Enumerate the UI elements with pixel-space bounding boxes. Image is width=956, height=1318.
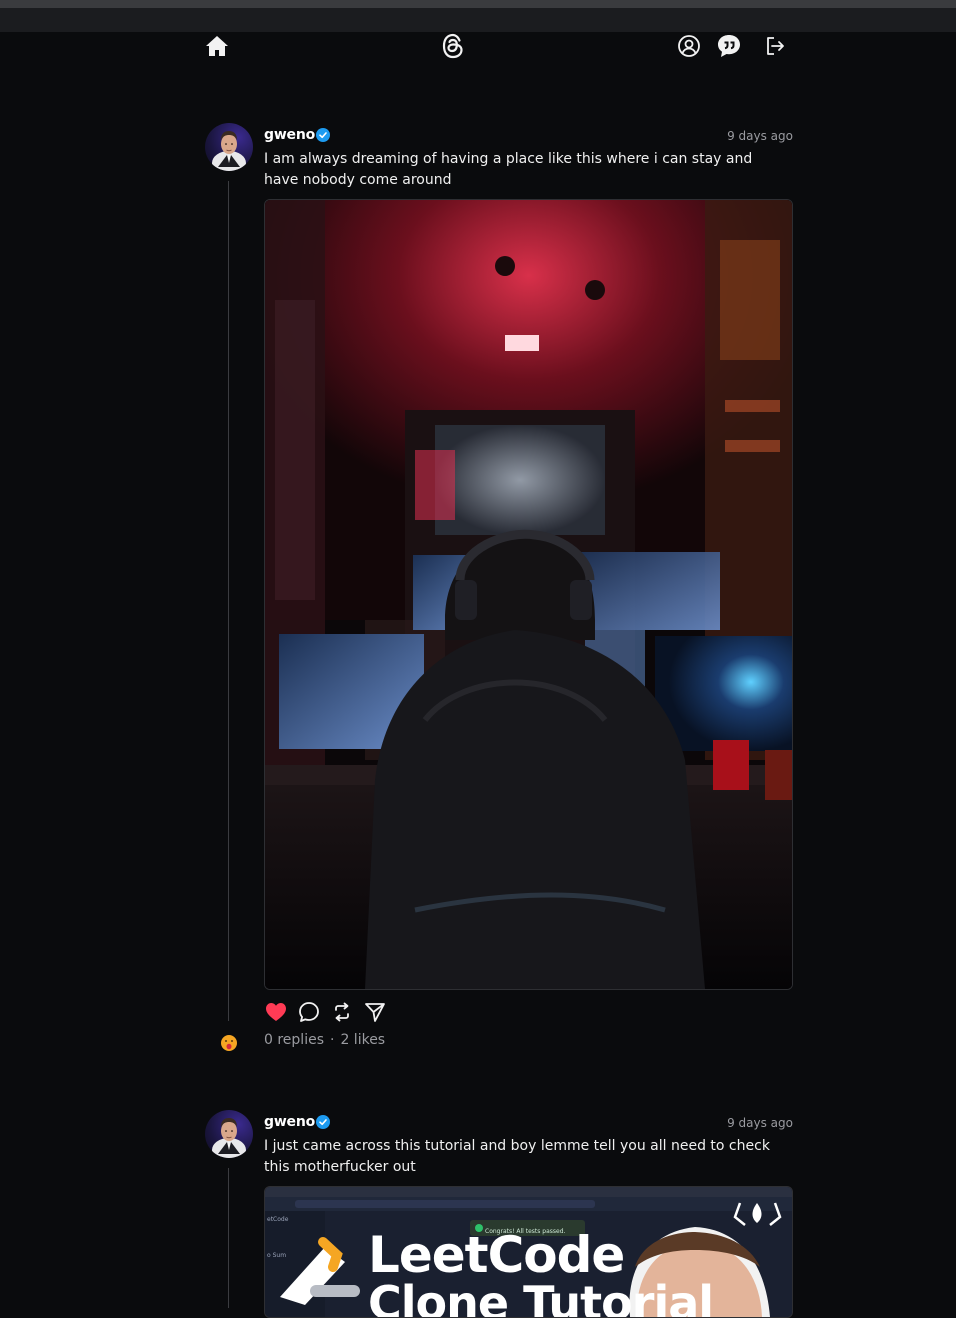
avatar[interactable]	[205, 123, 253, 171]
post-text: I just came across this tutorial and boy…	[264, 1138, 770, 1175]
post-card: gweno 9 days ago I am always dreaming of…	[205, 123, 795, 1063]
avatar-image	[212, 131, 246, 171]
thumbnail-subtitle: Clone Tutorial	[368, 1276, 714, 1318]
avatar-image	[212, 1118, 246, 1158]
thread-line	[228, 1168, 229, 1308]
reply-button[interactable]	[297, 1000, 321, 1024]
threads-logo-icon	[442, 33, 463, 59]
likes-count[interactable]: 2 likes	[340, 1032, 385, 1048]
repost-button[interactable]	[330, 1000, 354, 1024]
top-nav	[0, 30, 956, 60]
thread-line	[228, 181, 229, 1021]
post-image[interactable]	[264, 199, 793, 990]
avatar[interactable]	[205, 1110, 253, 1158]
post-image[interactable]: Congrats! All tests passed. etCode o Sum…	[264, 1186, 793, 1318]
post-actions	[264, 1000, 387, 1024]
post-timestamp: 9 days ago	[727, 1116, 793, 1130]
post-stats: 0 replies · 2 likes	[264, 1032, 385, 1048]
thumbnail-side-label: etCode	[267, 1216, 289, 1223]
separator-dot: ·	[330, 1032, 335, 1048]
post-timestamp: 9 days ago	[727, 129, 793, 143]
threads-logo-button[interactable]	[439, 32, 467, 60]
home-button[interactable]	[203, 32, 231, 60]
logout-button[interactable]	[761, 32, 789, 60]
send-icon	[365, 1003, 385, 1022]
post-text: I am always dreaming of having a place l…	[264, 151, 753, 188]
username[interactable]: gweno	[264, 1114, 315, 1130]
replies-count[interactable]: 0 replies	[264, 1032, 324, 1048]
home-icon	[206, 36, 228, 56]
user-profile-icon	[678, 35, 700, 57]
thumbnail-side-label: o Sum	[267, 1252, 287, 1259]
reply-emoji-avatar-icon	[221, 1035, 237, 1051]
logout-icon	[767, 37, 784, 55]
username[interactable]: gweno	[264, 127, 315, 143]
gaming-room-image	[265, 200, 792, 989]
repost-icon	[335, 1002, 349, 1022]
post-card: gweno 9 days ago I just came across this…	[205, 1110, 795, 1318]
page: gweno 9 days ago I am always dreaming of…	[0, 0, 956, 1318]
share-button[interactable]	[363, 1000, 387, 1024]
comment-bubble-icon	[299, 1002, 319, 1022]
verified-badge-icon	[316, 1115, 330, 1129]
profile-button[interactable]	[675, 32, 703, 60]
thumbnail-title: LeetCode	[368, 1226, 625, 1284]
chat-button[interactable]	[715, 32, 743, 60]
like-button[interactable]	[264, 1000, 288, 1024]
heart-icon	[266, 1003, 286, 1021]
verified-badge-icon	[316, 128, 330, 142]
chat-icon	[718, 35, 740, 57]
